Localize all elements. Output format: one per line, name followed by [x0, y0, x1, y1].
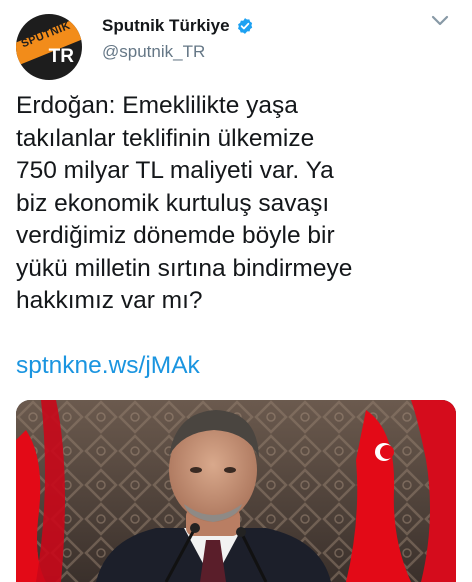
media-photo	[16, 400, 456, 582]
tweet-text-line: Erdoğan: Emeklilikte yaşa	[16, 92, 298, 119]
tweet-text-line: takılanlar teklifinin ülkemize	[16, 124, 315, 152]
handle[interactable]: @sputnik_TR	[102, 42, 205, 62]
tweet-text-line: 750 milyar TL maliyeti var. Ya	[16, 157, 334, 184]
chevron-down-icon[interactable]	[430, 14, 450, 28]
tweet-link[interactable]: sptnkne.ws/jMAk	[16, 351, 200, 381]
avatar-country-code: TR	[48, 46, 74, 67]
tweet-text: Erdoğan: Emeklilikte yaşa takılanlar tek…	[16, 90, 461, 318]
verified-badge-icon	[237, 18, 252, 34]
avatar[interactable]: SPUTNIK TR	[16, 14, 82, 80]
tweet-text-line: biz ekonomik kurtuluş savaşı	[16, 189, 330, 217]
tweet-media-image[interactable]	[16, 400, 456, 582]
display-name[interactable]: Sputnik Türkiye	[102, 16, 230, 36]
tweet-text-line: yükü milletin sırtına bindirmeye	[16, 254, 353, 282]
tweet-text-line: verdiğimiz dönemde böyle bir	[16, 222, 335, 249]
tweet-card: SPUTNIK TR Sputnik Türkiye @sputnik_TR E…	[0, 0, 472, 582]
tweet-text-line: hakkımız var mı?	[16, 287, 203, 314]
name-row: Sputnik Türkiye	[102, 16, 254, 36]
